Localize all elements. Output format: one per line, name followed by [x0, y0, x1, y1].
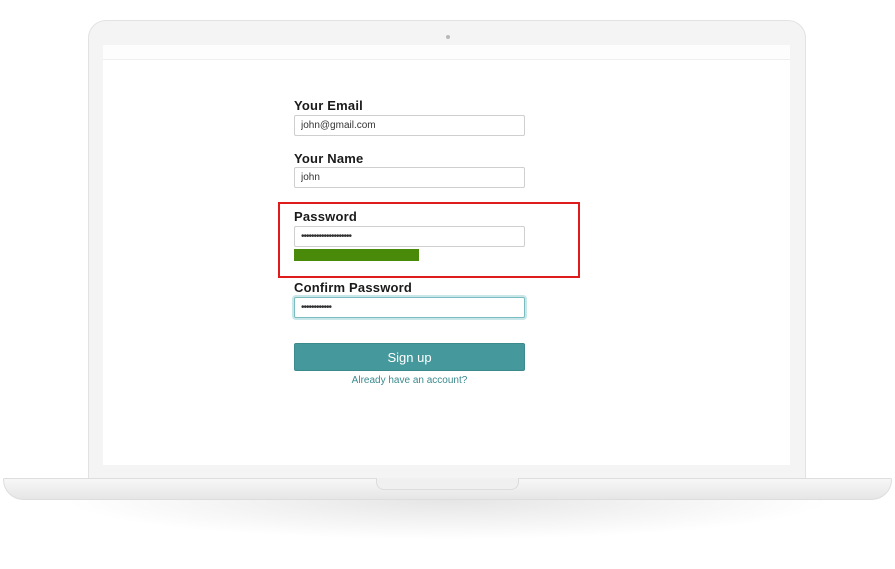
name-field[interactable]	[294, 167, 525, 188]
confirm-password-field[interactable]: ••••••••••••	[294, 297, 525, 318]
email-field[interactable]	[294, 115, 525, 136]
laptop-shadow	[60, 500, 835, 540]
laptop-base-notch	[376, 478, 519, 490]
login-link[interactable]: Already have an account?	[294, 375, 525, 386]
confirm-password-label: Confirm Password	[294, 280, 413, 295]
camera-icon	[446, 35, 450, 39]
name-label: Your Name	[294, 151, 364, 166]
password-highlight-box	[278, 202, 580, 278]
browser-top-bar	[103, 45, 790, 60]
email-label: Your Email	[294, 98, 363, 113]
signup-button[interactable]: Sign up	[294, 343, 525, 371]
